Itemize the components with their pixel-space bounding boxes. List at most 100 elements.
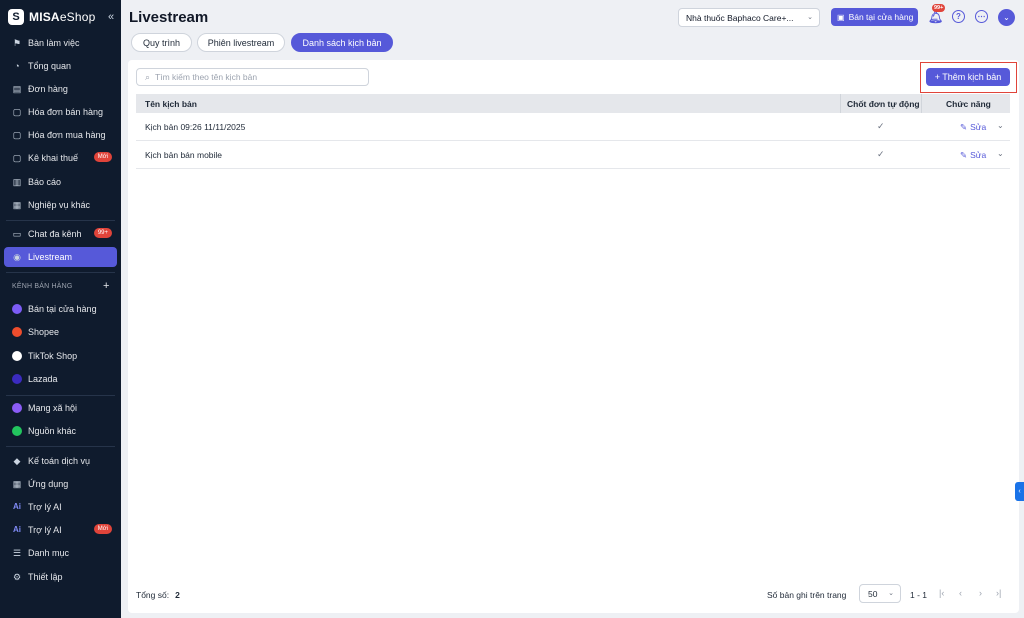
- chevron-down-icon: ⌄: [888, 590, 894, 597]
- grid-icon: ▦: [12, 200, 22, 210]
- sidebar-item-label: Tổng quan: [28, 61, 72, 71]
- total-label: Tổng số:: [136, 590, 170, 600]
- sidebar-item-kê-khai-thuế[interactable]: ▢ Kê khai thuế Mới: [4, 148, 117, 168]
- sidebar-item-danh-mục[interactable]: ☰ Danh mục: [4, 543, 117, 563]
- sidebar-item-shopee[interactable]: Shopee: [4, 322, 117, 342]
- sidebar-item-label: Trợ lý AI: [28, 525, 62, 535]
- per-page-select[interactable]: 50 ⌄: [859, 584, 901, 603]
- edit-button[interactable]: ✎ Sửa: [960, 122, 986, 133]
- store-icon: ▣: [837, 12, 845, 22]
- sidebar-item-label: Livestream: [28, 252, 73, 262]
- script-name[interactable]: Kịch bản 09:26 11/11/2025: [145, 122, 245, 132]
- expand-panel-icon[interactable]: ‹: [1015, 482, 1024, 501]
- first-page-icon[interactable]: |‹: [939, 588, 944, 598]
- desk-icon: ⚑: [12, 38, 22, 48]
- prev-page-icon[interactable]: ‹: [959, 588, 962, 598]
- ai-icon: Ai: [13, 502, 21, 511]
- page-range: 1 - 1: [910, 590, 928, 600]
- help-icon[interactable]: ?: [952, 10, 965, 23]
- sidebar-item-đơn-hàng[interactable]: ▤ Đơn hàng: [4, 79, 117, 99]
- sidebar-item-bán-tại-cửa-hàng[interactable]: Bán tại cửa hàng: [4, 299, 117, 319]
- gauge-icon: ◔: [14, 61, 20, 71]
- invoice-icon: ▢: [12, 107, 22, 117]
- collapse-sidebar-icon[interactable]: «: [108, 11, 114, 23]
- content-card: ⌕ + Thêm kịch bản Tên kịch bản Chốt đơn …: [128, 60, 1019, 613]
- column-divider[interactable]: [921, 94, 922, 113]
- total-value: 2: [175, 590, 180, 600]
- per-page-value: 50: [868, 588, 878, 599]
- search-box[interactable]: ⌕: [136, 68, 369, 86]
- sidebar-item-label: Trợ lý AI: [28, 502, 62, 512]
- search-input[interactable]: [155, 72, 356, 82]
- add-script-button[interactable]: + Thêm kịch bản: [926, 68, 1010, 86]
- chevron-down-icon[interactable]: ⌄: [997, 149, 1004, 158]
- sidebar-item-chat-đa-kênh[interactable]: ▭ Chat đa kênh 99+: [4, 224, 117, 244]
- sidebar-item-trợ-lý-ai[interactable]: Ai Trợ lý AI: [4, 497, 117, 517]
- tab-phien-livestream[interactable]: Phiên livestream: [197, 33, 285, 52]
- other-source-icon: [12, 426, 22, 436]
- pencil-icon: ✎: [960, 150, 968, 160]
- chevron-down-icon: ⌄: [807, 14, 813, 21]
- sidebar-item-label: Kế toán dịch vụ: [28, 456, 91, 466]
- sidebar-item-nghiệp-vụ-khác[interactable]: ▦ Nghiệp vụ khác: [4, 195, 117, 215]
- sidebar-item-tổng-quan[interactable]: ◔ Tổng quan: [4, 56, 117, 76]
- add-channel-icon[interactable]: +: [103, 280, 109, 292]
- column-divider[interactable]: [840, 94, 841, 113]
- sidebar-item-nguồn-khác[interactable]: Nguồn khác: [4, 421, 117, 441]
- column-header-actions: Chức năng: [946, 99, 991, 109]
- sidebar-item-hóa-đơn-bán-hàng[interactable]: ▢ Hóa đơn bán hàng: [4, 102, 117, 122]
- chevron-down-icon[interactable]: ⌄: [997, 121, 1004, 130]
- sidebar-item-label: Chat đa kênh: [28, 229, 82, 239]
- divider: [6, 395, 115, 396]
- sidebar-item-kế-toán-dịch-vụ[interactable]: ◆ Kế toán dịch vụ: [4, 451, 117, 471]
- divider: [6, 220, 115, 221]
- check-icon: ✓: [877, 149, 885, 159]
- avatar[interactable]: ⌄: [998, 9, 1015, 26]
- column-header-name[interactable]: Tên kịch bản: [145, 99, 197, 109]
- last-page-icon[interactable]: ›|: [996, 588, 1001, 598]
- pos-button[interactable]: ▣ Bán tại cửa hàng: [831, 8, 918, 26]
- status-badge: 99+: [93, 228, 112, 238]
- edit-label: Sửa: [970, 150, 987, 160]
- sidebar-item-label: Danh mục: [28, 548, 70, 558]
- broadcast-icon: ◉: [13, 252, 21, 262]
- sidebar: S MISAeShop « ⚑ Bàn làm việc ◔ Tổng quan ▤ Đơ…: [0, 0, 121, 618]
- sidebar-item-label: Nghiệp vụ khác: [28, 200, 91, 210]
- purchase-invoice-icon: ▢: [12, 130, 22, 140]
- sidebar-item-livestream[interactable]: ◉ Livestream: [4, 247, 117, 267]
- sidebar-item-label: Ứng dụng: [28, 479, 69, 489]
- tab-danh-sach-kich-ban[interactable]: Danh sách kịch bản: [291, 33, 393, 52]
- section-title: KÊNH BÁN HÀNG: [12, 283, 73, 290]
- order-icon: ▤: [12, 84, 22, 94]
- sidebar-item-mạng-xã-hội[interactable]: Mạng xã hội: [4, 398, 117, 418]
- status-badge: Mới: [93, 524, 112, 534]
- sidebar-item-ứng-dụng[interactable]: ▦ Ứng dụng: [4, 474, 117, 494]
- sidebar-item-bàn-làm-việc[interactable]: ⚑ Bàn làm việc: [4, 33, 117, 53]
- sidebar-item-label: Shopee: [28, 327, 60, 337]
- divider: [6, 272, 115, 273]
- sidebar-item-lazada[interactable]: Lazada: [4, 369, 117, 389]
- sidebar-item-label: Hóa đơn bán hàng: [28, 107, 103, 117]
- script-name[interactable]: Kịch bản bán mobile: [145, 150, 222, 160]
- sidebar-item-báo-cáo[interactable]: ▥ Báo cáo: [4, 172, 117, 192]
- notification-badge: 99+: [932, 4, 946, 12]
- sidebar-item-hóa-đơn-mua-hàng[interactable]: ▢ Hóa đơn mua hàng: [4, 125, 117, 145]
- sidebar-item-tiktok-shop[interactable]: TikTok Shop: [4, 346, 117, 366]
- next-page-icon[interactable]: ›: [979, 588, 982, 598]
- sidebar-item-trợ-lý-ai[interactable]: Ai Trợ lý AI Mới: [4, 520, 117, 540]
- more-icon[interactable]: ⋯: [975, 10, 988, 23]
- table-row[interactable]: Kịch bản bán mobile ✓ ✎ Sửa ⌄: [136, 141, 1010, 169]
- sidebar-item-label: Hóa đơn mua hàng: [28, 130, 106, 140]
- tab-quy-trinh[interactable]: Quy trình: [131, 33, 192, 52]
- column-header-auto-close[interactable]: Chốt đơn tự động: [847, 99, 920, 109]
- ai-icon: Ai: [13, 525, 21, 534]
- pencil-icon: ✎: [960, 122, 968, 132]
- chat-icon: ▭: [12, 229, 22, 239]
- lazada-icon: [12, 374, 22, 384]
- sidebar-item-thiết-lập[interactable]: ⚙ Thiết lập: [4, 567, 117, 587]
- brand[interactable]: S MISAeShop: [0, 0, 121, 34]
- table-row[interactable]: Kịch bản 09:26 11/11/2025 ✓ ✎ Sửa ⌄: [136, 113, 1010, 141]
- edit-button[interactable]: ✎ Sửa: [960, 150, 986, 161]
- tiktok-icon: [12, 351, 22, 361]
- store-select[interactable]: Nhà thuốc Baphaco Care+... ⌄: [678, 8, 820, 27]
